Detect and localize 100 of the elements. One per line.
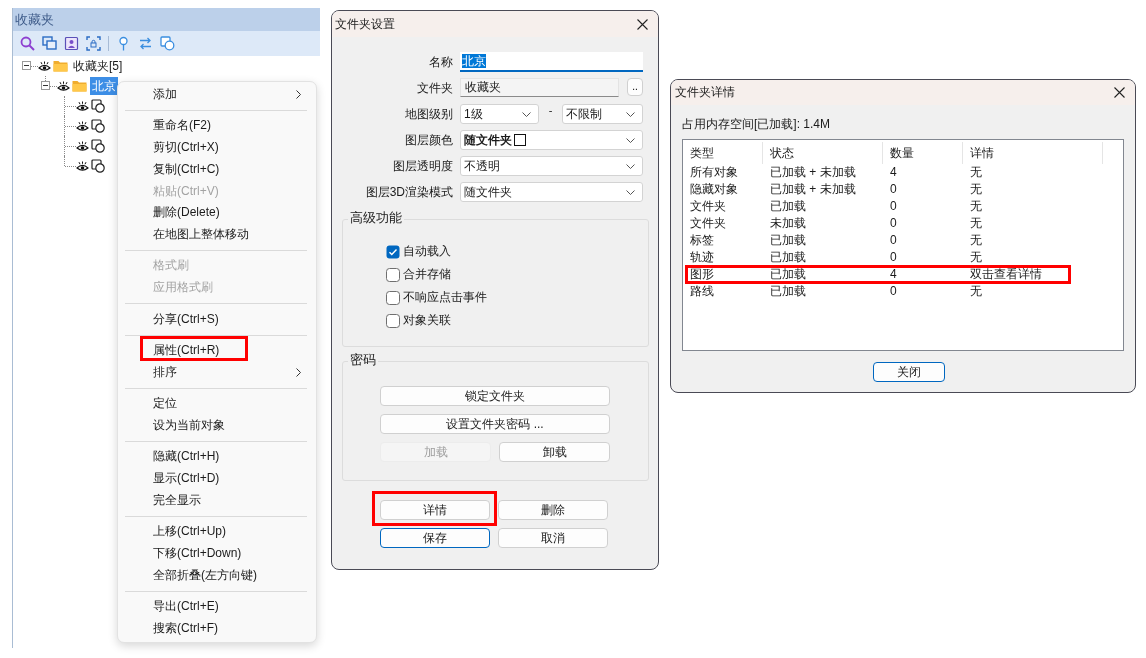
menu-item[interactable]: 在地图上整体移动 [118, 223, 316, 246]
folder-icon [53, 60, 68, 72]
menu-item[interactable]: 复制(Ctrl+C) [118, 158, 316, 181]
column-header[interactable]: 详情 [963, 142, 1103, 164]
dropdown[interactable]: 不限制 [562, 104, 643, 124]
menu-item[interactable]: 下移(Ctrl+Down) [118, 542, 316, 565]
menu-item[interactable]: 搜索(Ctrl+F) [118, 617, 316, 640]
field-label: 名称 [428, 54, 453, 71]
table-cell-text: 已加载 [769, 283, 807, 300]
shapes-icon [91, 119, 105, 133]
panel-title: 收藏夹 [15, 11, 54, 29]
text-field[interactable]: 北京 [460, 52, 643, 72]
folder-icon [72, 80, 87, 92]
menu-item[interactable]: 分享(Ctrl+S) [118, 308, 316, 331]
shapes-icon[interactable] [160, 36, 175, 51]
table-cell-text: 0 [889, 198, 898, 215]
dialog-title: 文件夹详情 [675, 85, 735, 100]
swap-arrows-icon[interactable] [138, 36, 153, 51]
column-header[interactable]: 类型 [683, 142, 763, 164]
menu-item[interactable]: 显示(Ctrl+D) [118, 468, 316, 490]
range-separator: - [547, 104, 554, 116]
dialog-button[interactable]: 卸载 [499, 442, 610, 462]
pin-icon[interactable] [116, 36, 131, 51]
browse-button[interactable]: .. [627, 78, 643, 96]
table-cell-text: 无 [969, 215, 983, 232]
menu-item[interactable]: 设为当前对象 [118, 414, 316, 437]
table-cell-text: 无 [969, 181, 983, 198]
menu-item[interactable]: 全部折叠(左方向键) [118, 564, 316, 587]
column-header[interactable]: 数量 [883, 142, 963, 164]
chevron-down-icon [626, 137, 635, 143]
table-cell-text: 无 [969, 249, 983, 266]
dialog-button[interactable]: 锁定文件夹 [380, 386, 610, 406]
eye-icon[interactable] [76, 120, 89, 132]
checkbox-label: 自动载入 [403, 244, 451, 259]
close-icon[interactable] [1114, 87, 1125, 98]
table-cell-text: 无 [969, 283, 983, 300]
dropdown[interactable]: 不透明 [460, 156, 643, 176]
table-cell-text: 标签 [689, 232, 715, 249]
close-icon[interactable] [637, 18, 648, 30]
collapse-icon[interactable] [41, 81, 50, 90]
table-cell-text: 图形 [689, 266, 715, 283]
search-icon[interactable] [20, 36, 35, 51]
field-label: 文件夹 [416, 80, 453, 97]
menu-item[interactable]: 上移(Ctrl+Up) [118, 521, 316, 543]
eye-icon[interactable] [57, 80, 70, 92]
chevron-down-icon [522, 111, 531, 117]
menu-item[interactable]: 剪切(Ctrl+X) [118, 137, 316, 159]
menu-item[interactable]: 删除(Delete) [118, 202, 316, 224]
table-cell-text: 已加载 [769, 249, 807, 266]
dialog-button[interactable]: 设置文件夹密码 ... [380, 414, 610, 434]
menu-item[interactable]: 隐藏(Ctrl+H) [118, 446, 316, 468]
table-cell-text: 4 [889, 266, 898, 283]
menu-item[interactable]: 定位 [118, 393, 316, 415]
checkbox-label: 合并存储 [403, 267, 451, 282]
table-cell-text: 所有对象 [689, 164, 739, 181]
dialog-button[interactable]: 关闭 [872, 362, 945, 382]
menu-item[interactable]: 导出(Ctrl+E) [118, 596, 316, 618]
menu-item[interactable]: 完全显示 [118, 489, 316, 512]
dialog-button[interactable]: 详情 [380, 500, 490, 520]
table-cell-text: 已加载 [769, 266, 807, 283]
contact-card-icon[interactable] [64, 36, 79, 51]
checkbox[interactable] [386, 244, 400, 259]
menu-item[interactable]: 排序 [118, 361, 316, 384]
text-field[interactable]: 收藏夹 [460, 78, 619, 97]
checkbox[interactable] [386, 267, 400, 282]
eye-icon[interactable] [76, 100, 89, 112]
checkbox[interactable] [386, 290, 400, 305]
table-cell-text: 未加载 [769, 215, 807, 232]
dialog-button[interactable]: 删除 [498, 500, 608, 520]
tree-item[interactable]: 收藏夹[5] [71, 57, 125, 75]
table-cell-text: 文件夹 [689, 198, 727, 215]
table-cell-text: 无 [969, 232, 983, 249]
dialog-button[interactable]: 取消 [498, 528, 608, 548]
chevron-down-icon [626, 111, 635, 117]
dropdown[interactable]: 随文件夹 [460, 130, 643, 150]
table-cell-text: 已加载 + 未加载 [769, 164, 857, 181]
dropdown[interactable]: 1级 [460, 104, 539, 124]
checkbox[interactable] [386, 313, 400, 328]
checkbox-label: 对象关联 [403, 313, 451, 328]
collapse-icon[interactable] [22, 61, 31, 70]
table-cell-text: 0 [889, 249, 898, 266]
dropdown[interactable]: 随文件夹 [460, 182, 643, 202]
eye-icon[interactable] [76, 140, 89, 152]
dialog-button[interactable]: 保存 [380, 528, 490, 548]
table-cell-text: 已加载 [769, 232, 807, 249]
menu-item[interactable]: 重命名(F2) [118, 115, 316, 138]
column-header[interactable]: 状态 [763, 142, 883, 164]
table-cell-text: 轨迹 [689, 249, 715, 266]
field-label: 图层透明度 [392, 158, 453, 175]
copy-icon[interactable] [42, 36, 57, 51]
menu-item[interactable]: 属性(Ctrl+R) [118, 340, 316, 362]
menu-item[interactable]: 添加 [118, 84, 316, 106]
shapes-icon [91, 99, 105, 113]
eye-icon[interactable] [38, 60, 51, 72]
scan-frame-icon[interactable] [86, 36, 101, 51]
group-title: 密码 [348, 353, 378, 367]
shapes-icon [91, 139, 105, 153]
swatch-icon [514, 134, 526, 146]
table-cell-text: 隐藏对象 [689, 181, 739, 198]
eye-icon[interactable] [76, 160, 89, 172]
